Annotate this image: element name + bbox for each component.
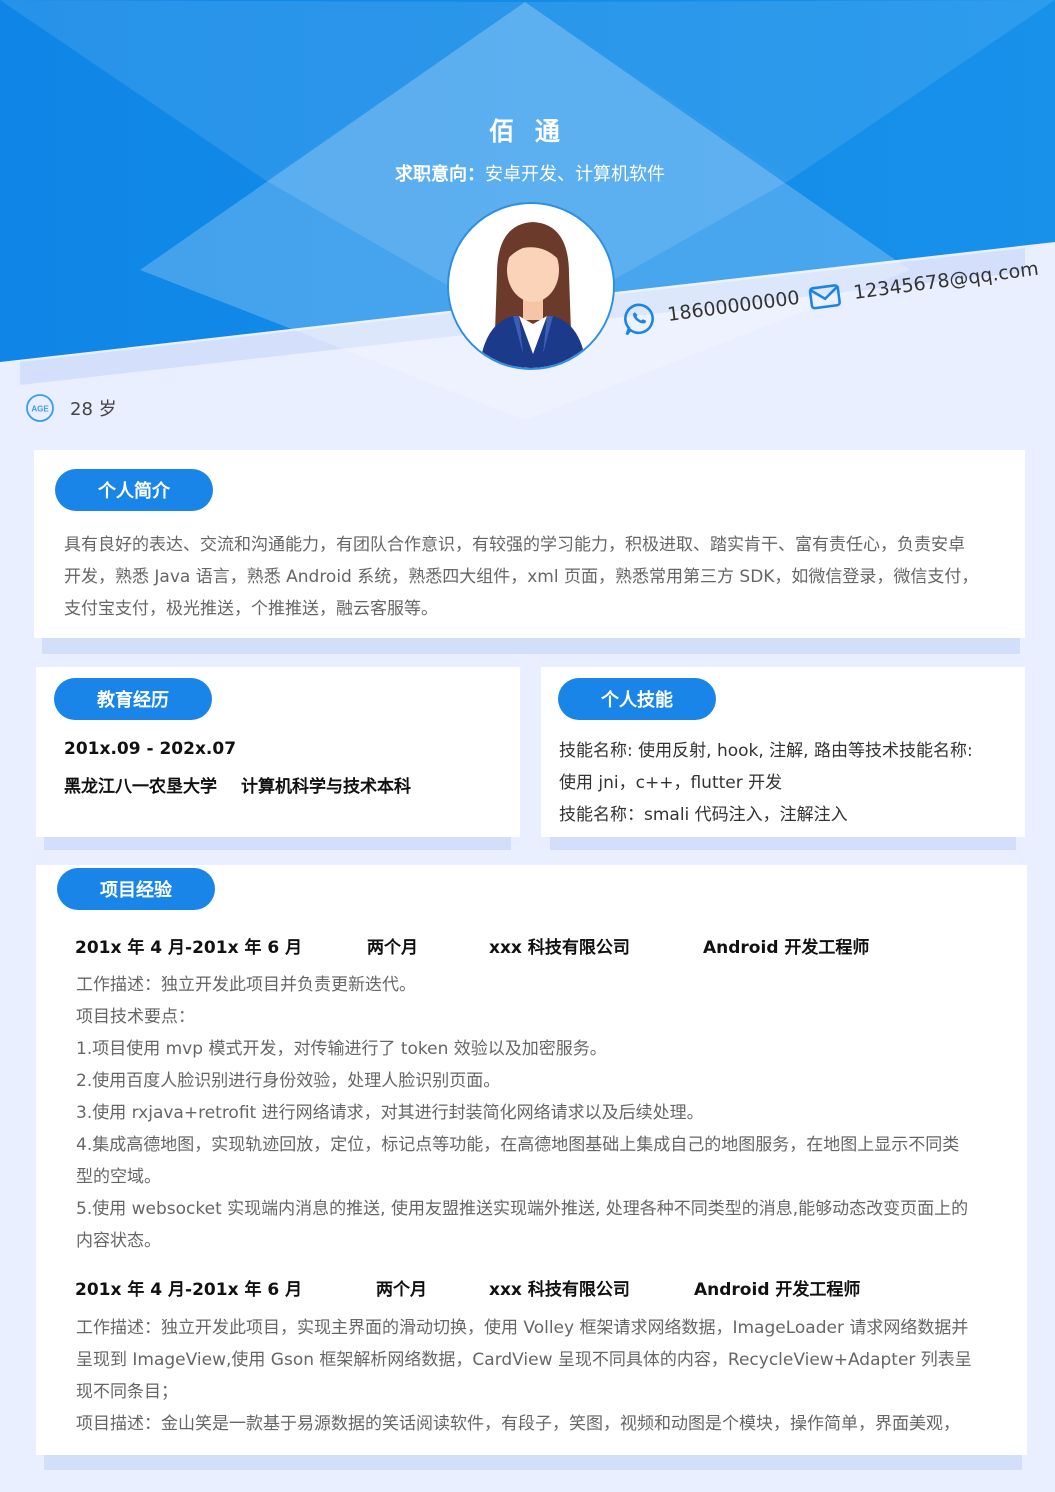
project-2-company: xxx 科技有限公司: [489, 1280, 630, 1300]
skills-title: 个人技能: [558, 678, 716, 720]
project-line: 4.集成高德地图，实现轨迹回放，定位，标记点等功能，在高德地图基础上集成自己的地…: [76, 1135, 960, 1155]
profile-line: 支付宝支付，极光推送，个推推送，融云客服等。: [64, 599, 438, 619]
project-line: 3.使用 rxjava+retrofit 进行网络请求，对其进行封装简化网络请求…: [76, 1103, 704, 1123]
profile-title: 个人简介: [55, 469, 213, 511]
education-date: 201x.09 - 202x.07: [64, 739, 237, 759]
project-2-details: 工作描述：独立开发此项目，实现主界面的滑动切换，使用 Volley 框架请求网络…: [76, 1312, 1016, 1440]
job-intent-value: 安卓开发、计算机软件: [485, 164, 665, 185]
candidate-name: 佰 通: [489, 117, 566, 146]
project-line: 1.项目使用 mvp 模式开发，对传输进行了 token 效验以及加密服务。: [76, 1039, 607, 1059]
project-2-role: Android 开发工程师: [694, 1280, 861, 1300]
project-line: 呈现到 ImageView,使用 Gson 框架解析网络数据，CardView …: [76, 1350, 972, 1370]
project-line: 项目描述：金山笑是一款基于易源数据的笑话阅读软件，有段子，笑图，视频和动图是个模…: [76, 1414, 960, 1434]
project-2-duration: 两个月: [376, 1280, 427, 1300]
profile-line: 具有良好的表达、交流和沟通能力，有团队合作意识，有较强的学习能力，积极进取、踏实…: [64, 535, 965, 555]
age-icon: AGE: [24, 392, 56, 424]
avatar-illustration: [449, 204, 613, 368]
profile-text: 具有良好的表达、交流和沟通能力，有团队合作意识，有较强的学习能力，积极进取、踏实…: [64, 529, 1014, 625]
project-1-role: Android 开发工程师: [703, 938, 870, 958]
age-value: 28 岁: [70, 399, 117, 420]
skills-line: 使用 jni，c++，flutter 开发: [559, 773, 783, 793]
project-2-period: 201x 年 4 月-201x 年 6 月: [75, 1280, 303, 1300]
job-intent-label: 求职意向：: [395, 164, 485, 185]
profile-line: 开发，熟悉 Java 语言，熟悉 Android 系统，熟悉四大组件，xml 页…: [64, 567, 979, 587]
project-line: 工作描述：独立开发此项目并负责更新迭代。: [76, 975, 416, 995]
education-major: 计算机科学与技术本科: [241, 777, 411, 797]
age-info: AGE 28 岁: [24, 392, 117, 424]
project-line: 内容状态。: [76, 1231, 161, 1251]
education-title: 教育经历: [54, 678, 212, 720]
project-line: 5.使用 websocket 实现端内消息的推送, 使用友盟推送实现端外推送, …: [76, 1199, 969, 1219]
project-1-details: 工作描述：独立开发此项目并负责更新迭代。 项目技术要点： 1.项目使用 mvp …: [76, 969, 1016, 1257]
skills-line: 技能名称: 使用反射, hook, 注解, 路由等技术技能名称:: [559, 741, 973, 761]
project-line: 型的空域。: [76, 1167, 161, 1187]
skills-line: 技能名称：smali 代码注入，注解注入: [559, 805, 848, 825]
project-1-duration: 两个月: [367, 938, 418, 958]
project-line: 工作描述：独立开发此项目，实现主界面的滑动切换，使用 Volley 框架请求网络…: [76, 1318, 969, 1338]
phone-icon: [620, 300, 658, 338]
skills-text: 技能名称: 使用反射, hook, 注解, 路由等技术技能名称: 使用 jni，…: [559, 735, 1014, 831]
email-icon: [806, 278, 844, 316]
project-1-company: xxx 科技有限公司: [489, 938, 630, 958]
education-school: 黑龙江八一农垦大学: [64, 777, 217, 797]
resume-page: 佰 通 求职意向：安卓开发、计算机软件 18600000000 12345678…: [0, 0, 1055, 1492]
job-intent: 求职意向：安卓开发、计算机软件: [0, 160, 1055, 186]
avatar: [447, 202, 615, 370]
projects-title: 项目经验: [57, 868, 215, 910]
project-line: 2.使用百度人脸识别进行身份效验，处理人脸识别页面。: [76, 1071, 501, 1091]
project-line: 项目技术要点：: [76, 1007, 195, 1027]
project-line: 现不同条目；: [76, 1382, 178, 1402]
age-icon-text: AGE: [31, 405, 49, 414]
project-1-period: 201x 年 4 月-201x 年 6 月: [75, 938, 303, 958]
